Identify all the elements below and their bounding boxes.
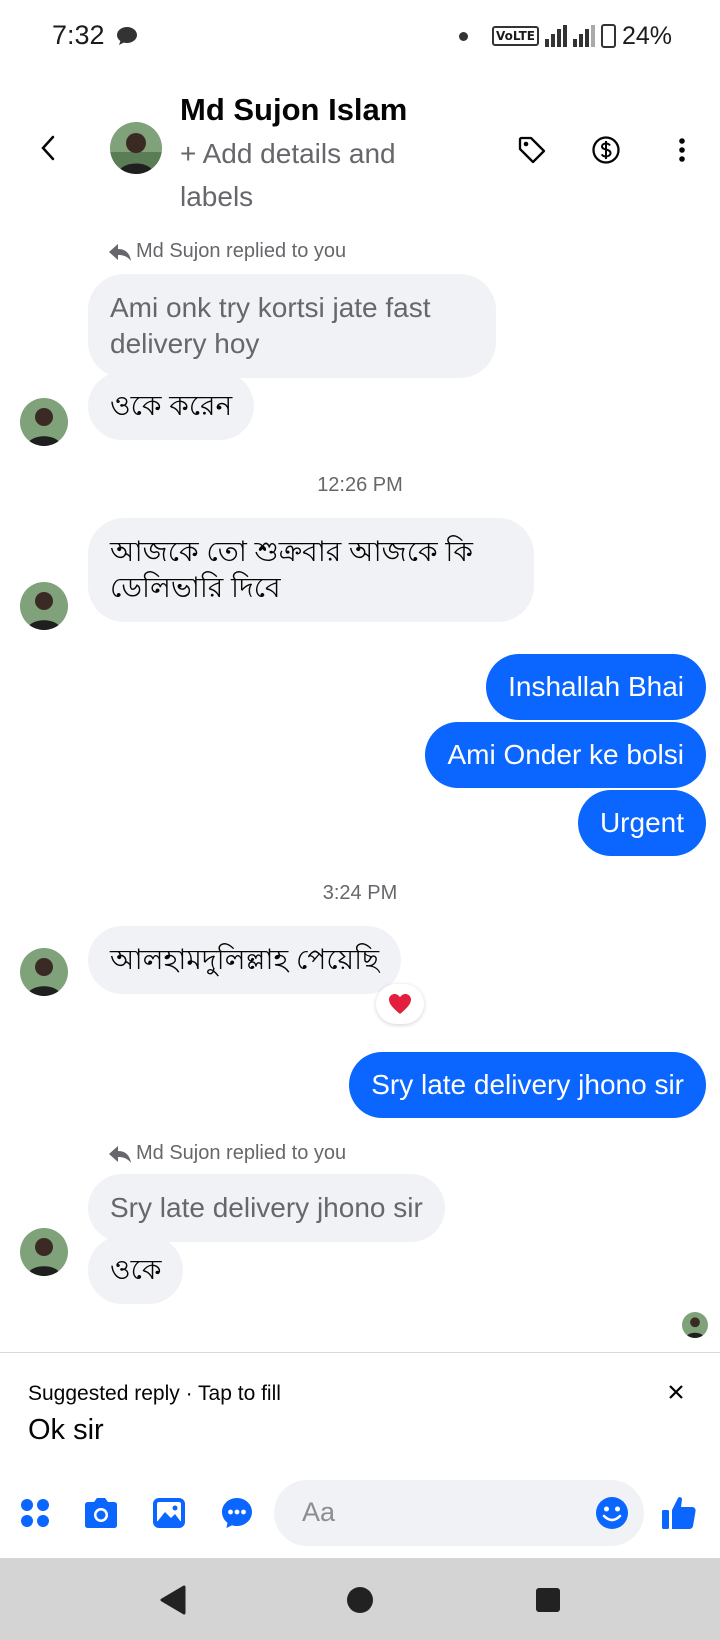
chat-bubble-icon: [222, 1498, 252, 1528]
status-indicators: VoLTE 24%: [459, 20, 672, 52]
menu-button[interactable]: [16, 1494, 54, 1532]
close-suggestion-button[interactable]: [662, 1378, 690, 1406]
heart-icon: [389, 994, 411, 1014]
payment-button[interactable]: [588, 132, 624, 168]
avatar-photo: [110, 122, 162, 174]
avatar-photo: [682, 1312, 708, 1338]
camera-icon: [85, 1498, 117, 1528]
more-icon: [679, 138, 685, 162]
square-recents-icon: [536, 1588, 560, 1612]
close-icon: [669, 1385, 683, 1399]
emoji-icon[interactable]: [594, 1495, 630, 1531]
camera-button[interactable]: [82, 1494, 120, 1532]
tag-button[interactable]: [514, 132, 550, 168]
incoming-message[interactable]: আজকে তো শুক্রবার আজকে কি ডেলিভারি দিবে: [88, 518, 534, 622]
quoted-message[interactable]: Ami onk try kortsi jate fast delivery ho…: [88, 274, 496, 378]
message-input[interactable]: Aa: [274, 1480, 644, 1546]
signal-icon-2: [572, 25, 595, 47]
message-input-placeholder: Aa: [302, 1497, 336, 1527]
image-icon: [153, 1498, 185, 1528]
timestamp: 3:24 PM: [322, 882, 398, 904]
status-time: 7:32: [52, 20, 105, 50]
replied-label: Md Sujon replied to you: [136, 1142, 347, 1164]
nav-back-button[interactable]: [152, 1580, 192, 1620]
system-nav-bar: [0, 1558, 720, 1640]
replied-indicator: Md Sujon replied to you: [108, 240, 346, 263]
thumbs-up-icon: [662, 1497, 696, 1529]
reply-arrow-icon: [109, 1145, 131, 1163]
sender-avatar[interactable]: [20, 948, 68, 996]
incoming-message[interactable]: ওকে করেন: [88, 372, 255, 440]
signal-icon: [544, 25, 567, 47]
sender-avatar[interactable]: [20, 1228, 68, 1276]
chat-extras-button[interactable]: [218, 1494, 256, 1532]
avatar-photo: [20, 948, 68, 996]
circle-home-icon: [347, 1587, 373, 1613]
dollar-icon: [592, 136, 620, 164]
volte-badge: VoLTE: [492, 26, 539, 46]
contact-name[interactable]: Md Sujon Islam: [180, 92, 407, 128]
battery-percent: 24%: [621, 21, 672, 50]
add-details-link[interactable]: + Add details and labels: [180, 132, 460, 218]
grid-dots-icon: [21, 1499, 49, 1527]
sender-avatar[interactable]: [20, 398, 68, 446]
avatar-photo: [20, 582, 68, 630]
status-bar: 7:32 VoLTE 24%: [0, 0, 720, 72]
reaction-badge[interactable]: [376, 984, 424, 1024]
nav-recents-button[interactable]: [528, 1580, 568, 1620]
conversation-header: Md Sujon Islam + Add details and labels: [0, 72, 720, 222]
like-button[interactable]: [660, 1494, 698, 1532]
gallery-button[interactable]: [150, 1494, 188, 1532]
incoming-message[interactable]: ওকে: [88, 1236, 184, 1304]
message-composer: Aa: [0, 1478, 720, 1548]
quoted-message[interactable]: Sry late delivery jhono sir: [88, 1174, 445, 1242]
avatar-photo: [20, 1228, 68, 1276]
divider: [0, 1352, 720, 1353]
notification-dot-icon: [459, 31, 469, 41]
tag-icon: [518, 136, 546, 164]
nav-home-button[interactable]: [340, 1580, 380, 1620]
outgoing-message[interactable]: Ami Onder ke bolsi: [425, 722, 706, 788]
suggested-reply[interactable]: Ok sir: [28, 1414, 104, 1447]
triangle-back-icon: [160, 1585, 186, 1615]
suggested-reply-label: Suggested reply · Tap to fill: [28, 1382, 281, 1405]
outgoing-message[interactable]: Urgent: [577, 790, 706, 856]
reply-arrow-icon: [109, 243, 131, 261]
outgoing-message[interactable]: Inshallah Bhai: [486, 654, 706, 720]
incoming-message[interactable]: আলহামদুলিল্লাহ পেয়েছি: [88, 926, 402, 994]
contact-avatar[interactable]: [110, 122, 162, 174]
more-button[interactable]: [664, 132, 700, 168]
timestamp: 12:26 PM: [317, 474, 403, 496]
outgoing-message[interactable]: Sry late delivery jhono sir: [349, 1052, 706, 1118]
battery-icon: [600, 24, 616, 48]
back-button[interactable]: [30, 130, 66, 166]
back-icon: [41, 135, 55, 161]
chat-notification-icon: [117, 27, 137, 45]
replied-label: Md Sujon replied to you: [136, 240, 347, 262]
seen-avatar: [682, 1312, 708, 1338]
sender-avatar[interactable]: [20, 582, 68, 630]
replied-indicator: Md Sujon replied to you: [108, 1142, 346, 1165]
avatar-photo: [20, 398, 68, 446]
